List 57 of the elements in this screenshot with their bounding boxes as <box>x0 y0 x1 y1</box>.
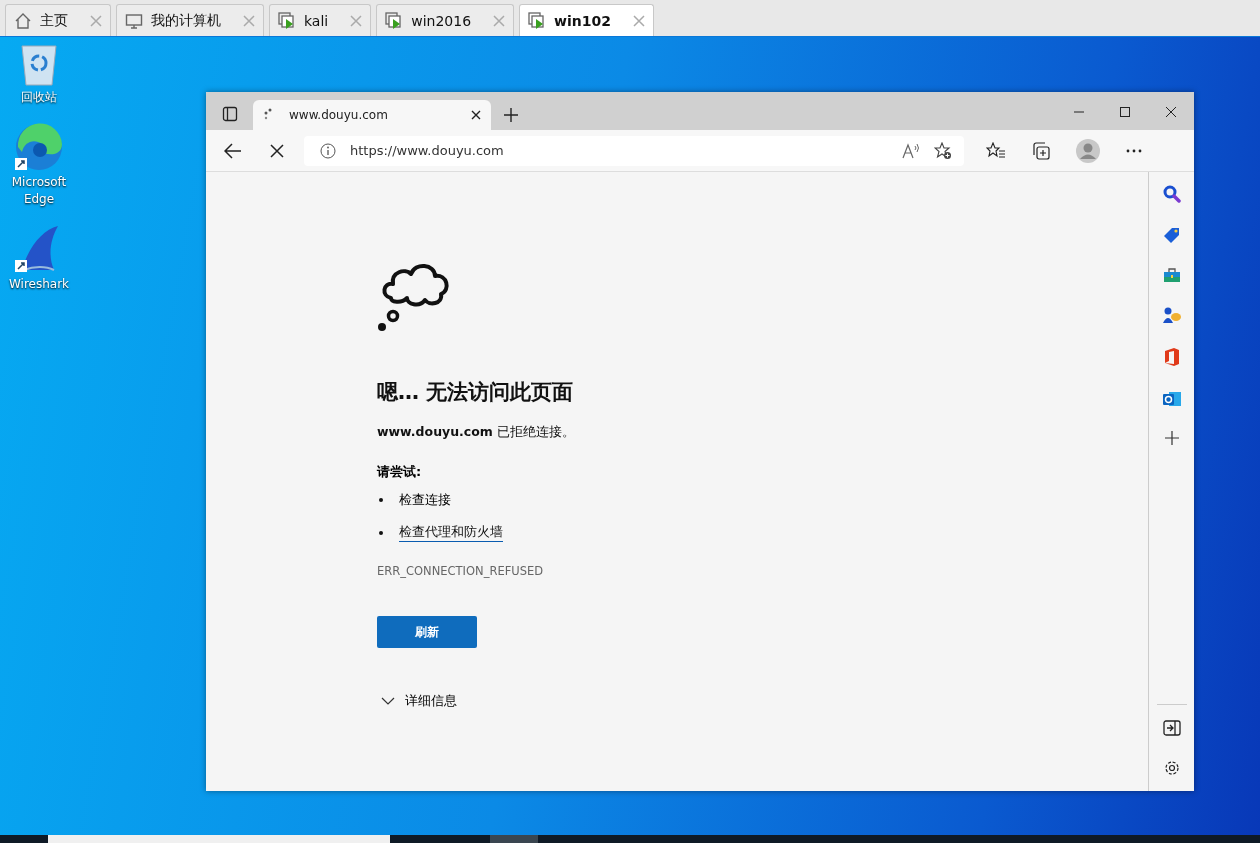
toolbox-icon[interactable] <box>1162 267 1181 283</box>
desktop-icon-label: Microsoft Edge <box>10 174 68 208</box>
bullet-icon <box>379 530 383 535</box>
info-icon[interactable] <box>320 142 336 159</box>
chevron-down-icon <box>381 697 395 705</box>
home-icon <box>14 11 32 30</box>
browser-tab[interactable]: www.douyu.com <box>253 100 491 130</box>
vm-tab[interactable]: 我的计算机 <box>116 4 264 36</box>
close-icon[interactable] <box>1165 106 1177 118</box>
suggestion-text: 检查连接 <box>399 491 451 509</box>
close-icon[interactable] <box>471 110 481 120</box>
taskbar-search-field[interactable] <box>48 835 390 843</box>
url-text: https://www.douyu.com <box>350 143 504 158</box>
virtual-machine-icon <box>528 11 547 30</box>
try-label: 请尝试: <box>377 463 422 481</box>
refresh-button[interactable]: 刷新 <box>377 616 477 648</box>
stop-icon[interactable] <box>270 143 284 158</box>
address-bar[interactable]: https://www.douyu.com <box>304 135 964 166</box>
vm-tab-label: kali <box>304 12 329 29</box>
vm-tab-label: 主页 <box>40 11 68 30</box>
recycle-bin-icon[interactable] <box>19 43 59 87</box>
error-heading: 嗯… 无法访问此页面 <box>377 379 574 406</box>
vm-tab-label: win2016 <box>411 12 472 29</box>
virtual-machine-icon <box>278 11 296 30</box>
error-message: www.douyu.com 已拒绝连接。 <box>377 424 575 441</box>
vm-tab-label: 我的计算机 <box>151 11 221 30</box>
mail-app-icon[interactable] <box>1161 390 1182 408</box>
add-icon[interactable] <box>1164 431 1179 445</box>
virtual-machine-icon <box>385 11 404 30</box>
desktop-icon-label: 回收站 <box>20 89 58 106</box>
search-icon[interactable] <box>1162 185 1181 203</box>
settings-icon[interactable] <box>1162 759 1181 777</box>
desktop-icon-label: Wireshark <box>7 276 71 293</box>
more-options-icon[interactable] <box>1126 148 1142 153</box>
collections-icon[interactable] <box>1032 141 1050 160</box>
vm-tab[interactable]: kali <box>269 4 372 36</box>
suggestion-link[interactable]: 检查代理和防火墙 <box>399 523 503 542</box>
vm-tab[interactable]: win2016 <box>376 4 515 36</box>
read-aloud-icon[interactable] <box>902 142 920 159</box>
tag-icon[interactable] <box>1162 226 1181 244</box>
maximize-icon[interactable] <box>1119 106 1131 118</box>
browser-shortcut-icon[interactable] <box>14 122 64 172</box>
new-tab-icon[interactable] <box>503 107 519 123</box>
monitor-icon <box>125 11 143 30</box>
error-code: ERR_CONNECTION_REFUSED <box>377 564 544 578</box>
favorites-icon[interactable] <box>986 141 1006 160</box>
details-toggle[interactable]: 详细信息 <box>381 692 457 710</box>
tab-actions-icon[interactable] <box>222 106 238 122</box>
profile-avatar-icon[interactable] <box>1076 138 1100 163</box>
vm-tab[interactable]: 主页 <box>5 4 111 36</box>
sidebar-toggle-icon[interactable] <box>1162 720 1181 736</box>
office-icon[interactable] <box>1163 347 1180 367</box>
vm-tab-label: win102 <box>554 12 611 29</box>
bullet-icon <box>379 498 383 502</box>
back-arrow-icon[interactable] <box>224 142 242 159</box>
vm-tab[interactable]: win102 <box>519 4 654 36</box>
star-plus-icon[interactable] <box>934 141 952 160</box>
